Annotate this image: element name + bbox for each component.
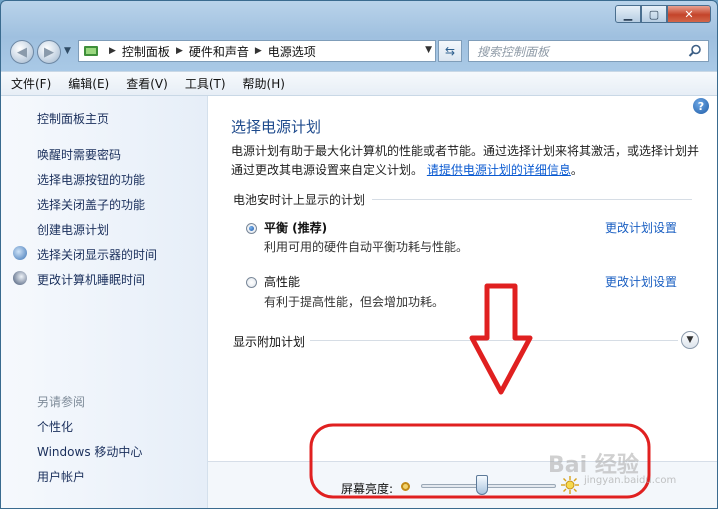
sidebar-item-user-accounts[interactable]: 用户帐户 [37,468,85,485]
sidebar-item-mobility-center[interactable]: Windows 移动中心 [37,443,142,460]
plan-balanced-description: 利用可用的硬件自动平衡功耗与性能。 [264,240,469,254]
minimize-button[interactable]: ▁ [615,5,641,23]
menu-help[interactable]: 帮助(H) [233,75,292,92]
more-plans-divider [310,340,678,341]
radio-high-performance[interactable] [246,277,257,288]
control-panel-window: ▁ ▢ ✕ ◀ ▶ ▼ ▶ 控制面板 ▶ 硬件和声音 ▶ 电源选项 ▼ ⇆ 搜索… [0,0,718,509]
page-title: 选择电源计划 [231,118,322,136]
radio-balanced[interactable] [246,223,257,234]
menu-view[interactable]: 查看(V) [116,75,175,92]
chevron-down-icon: ▼ [686,335,694,345]
refresh-icon: ⇆ [444,44,456,58]
plan-high-performance-description: 有利于提高性能，但会增加功耗。 [264,295,445,309]
address-dropdown-icon[interactable]: ▼ [425,45,432,55]
menu-tools[interactable]: 工具(T) [175,75,233,92]
menu-edit[interactable]: 编辑(E) [58,75,116,92]
description-end: 。 [570,163,583,177]
breadcrumb-chevron-icon: ▶ [254,46,262,56]
back-button[interactable]: ◀ [10,40,34,64]
search-input[interactable]: 搜索控制面板 [468,40,709,62]
breadcrumb-chevron-icon: ▶ [109,46,116,56]
see-also-heading: 另请参阅 [37,395,86,409]
brightness-label: 屏幕亮度: [341,482,394,496]
section-heading: 电池安时计上显示的计划 [233,193,366,207]
recent-pages-dropdown[interactable]: ▼ [64,46,71,56]
display-icon [13,246,27,260]
breadcrumb-power-options[interactable]: 电源选项 [268,43,316,60]
menu-bar: 文件(F) 编辑(E) 查看(V) 工具(T) 帮助(H) [1,71,717,96]
sidebar-item-display-off[interactable]: 选择关闭显示器的时间 [37,246,157,263]
close-button[interactable]: ✕ [667,5,711,23]
watermark-url: jingyan.baidu.com [584,475,677,486]
refresh-button[interactable]: ⇆ [438,40,462,62]
sidebar-home-link[interactable]: 控制面板主页 [37,110,109,127]
brightness-slider-thumb[interactable] [475,475,488,495]
menu-file[interactable]: 文件(F) [1,75,58,92]
brightness-slider-track[interactable] [421,484,556,488]
plan-balanced-change-link[interactable]: 更改计划设置 [605,219,677,236]
forward-button[interactable]: ▶ [37,40,61,64]
address-bar[interactable]: ▶ 控制面板 ▶ 硬件和声音 ▶ 电源选项 ▼ [78,40,436,62]
sidebar-item-sleep-time[interactable]: 更改计算机睡眠时间 [37,271,145,288]
breadcrumb-control-panel[interactable]: 控制面板 [122,43,170,60]
search-icon[interactable] [688,44,702,58]
control-panel-icon [84,46,98,56]
page-description: 电源计划有助于最大化计算机的性能或者节能。通过选择计划来将其激活，或选择计划并通… [231,142,701,180]
sidebar-item-wake-password[interactable]: 唤醒时需要密码 [37,146,121,163]
back-arrow-icon: ◀ [17,44,27,60]
plan-high-performance-change-link[interactable]: 更改计划设置 [605,273,677,290]
sidebar-item-close-lid[interactable]: 选择关闭盖子的功能 [37,196,145,213]
search-placeholder: 搜索控制面板 [477,44,550,59]
sidebar-item-create-plan[interactable]: 创建电源计划 [37,221,109,238]
maximize-button[interactable]: ▢ [641,5,667,23]
dim-brightness-icon [401,482,410,491]
plan-balanced-name[interactable]: 平衡 (推荐) [264,219,327,236]
sidebar-item-power-button[interactable]: 选择电源按钮的功能 [37,171,145,188]
plan-high-performance-name[interactable]: 高性能 [264,273,300,290]
section-divider [372,199,692,200]
breadcrumb-hardware-sound[interactable]: 硬件和声音 [189,43,249,60]
sidebar-item-personalization[interactable]: 个性化 [37,418,73,435]
breadcrumb-chevron-icon: ▶ [175,46,183,56]
main-content: ? 选择电源计划 电源计划有助于最大化计算机的性能或者节能。通过选择计划来将其激… [208,96,717,508]
moon-icon [13,271,27,285]
help-icon[interactable]: ? [693,98,709,114]
expand-more-plans-button[interactable]: ▼ [681,331,699,349]
caption-buttons: ▁ ▢ ✕ [615,5,711,23]
show-more-plans-label[interactable]: 显示附加计划 [233,333,305,350]
forward-arrow-icon: ▶ [44,44,54,60]
navigation-bar: ◀ ▶ ▼ ▶ 控制面板 ▶ 硬件和声音 ▶ 电源选项 ▼ ⇆ 搜索控制面板 [1,35,717,69]
sidebar: 控制面板主页 唤醒时需要密码 选择电源按钮的功能 选择关闭盖子的功能 创建电源计… [1,96,208,508]
plan-details-link[interactable]: 请提供电源计划的详细信息 [427,163,571,177]
